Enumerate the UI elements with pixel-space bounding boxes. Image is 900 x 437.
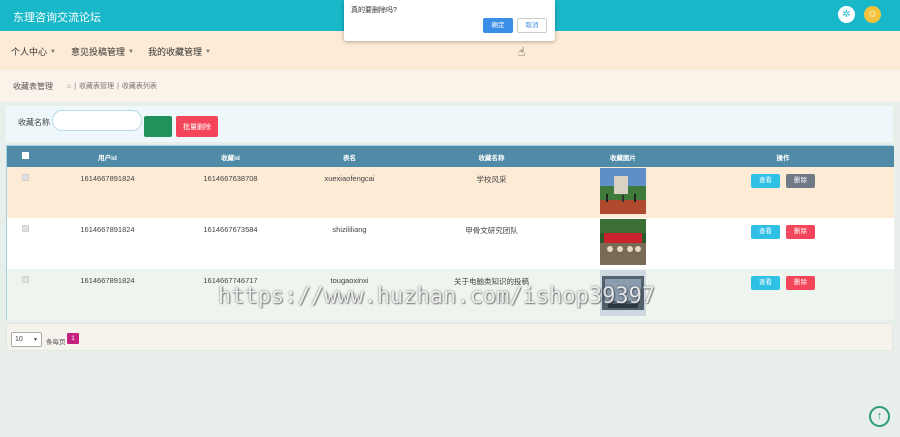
cell-table-name: xuexiaofengcai bbox=[324, 174, 375, 183]
chevron-down-icon: ▼ bbox=[33, 336, 38, 343]
nav-feedback-management[interactable]: 意见投稿管理 ▼ bbox=[71, 45, 134, 58]
column-header[interactable]: 用户id bbox=[44, 146, 171, 167]
table-row: 1614667891824 1614667638708 xuexiaofengc… bbox=[7, 167, 894, 218]
home-icon[interactable]: ⌂ bbox=[67, 83, 71, 90]
chevron-down-icon: ▼ bbox=[205, 48, 211, 55]
search-button[interactable] bbox=[144, 116, 172, 137]
table-header-row: 用户id 收藏id 表名 收藏名称 收藏图片 操作 bbox=[7, 146, 894, 167]
column-header[interactable]: 收藏id bbox=[171, 146, 290, 167]
row-checkbox[interactable] bbox=[22, 225, 29, 232]
table-row: 1614667891824 1614667673584 shizililiang… bbox=[7, 218, 894, 269]
breadcrumb-item[interactable]: 收藏表管理 bbox=[79, 81, 114, 91]
confirm-dialog: 真的要删除吗? 确定 取消 bbox=[344, 0, 555, 41]
page-title: 收藏表管理 bbox=[13, 82, 53, 91]
page-size-select[interactable]: 10 ▼ bbox=[11, 332, 42, 347]
batch-delete-button[interactable]: 批量删除 bbox=[176, 116, 218, 137]
search-panel: 收藏名称 批量删除 bbox=[6, 106, 893, 142]
chevron-down-icon: ▼ bbox=[128, 48, 134, 55]
column-header: 操作 bbox=[776, 154, 790, 162]
delete-button[interactable]: 删除 bbox=[786, 225, 816, 239]
dialog-cancel-button[interactable]: 取消 bbox=[517, 18, 547, 33]
cell-fav-name: 学校风采 bbox=[476, 175, 507, 184]
breadcrumb-item: 收藏表列表 bbox=[121, 83, 157, 90]
delete-button[interactable]: 删除 bbox=[786, 174, 816, 188]
nav-item-label: 个人中心 bbox=[11, 47, 48, 57]
page-number-current[interactable]: 1 bbox=[67, 333, 79, 344]
cell-fav-id: 1614667638708 bbox=[203, 174, 258, 183]
user-avatar-icon[interactable]: ☺ bbox=[864, 6, 881, 23]
delete-button[interactable]: 删除 bbox=[786, 276, 816, 290]
chevron-down-icon: ▼ bbox=[50, 48, 56, 55]
breadcrumb: ⌂ | 收藏表管理 | 收藏表列表 bbox=[67, 81, 157, 91]
cell-table-name: shizililiang bbox=[332, 225, 367, 234]
fav-image-team bbox=[600, 219, 646, 265]
back-to-top-icon[interactable]: ↑ bbox=[869, 406, 890, 427]
breadcrumb-separator: | bbox=[117, 82, 119, 90]
row-checkbox[interactable] bbox=[22, 174, 29, 181]
nav-favorites-management[interactable]: 我的收藏管理 ▼ bbox=[148, 45, 211, 58]
view-button[interactable]: 查看 bbox=[750, 174, 780, 188]
column-header[interactable]: 收藏名称 bbox=[409, 146, 574, 167]
pagination: 10 ▼ 条每页 1 bbox=[6, 323, 893, 351]
nav-item-label: 我的收藏管理 bbox=[148, 47, 203, 57]
breadcrumb-separator: | bbox=[74, 82, 77, 90]
page-size-value: 10 bbox=[15, 336, 23, 343]
select-all-checkbox[interactable] bbox=[22, 152, 29, 159]
cell-fav-id: 1614667673584 bbox=[203, 225, 258, 234]
fav-image-campus bbox=[600, 168, 646, 214]
column-header[interactable]: 表名 bbox=[290, 146, 409, 167]
dialog-ok-button[interactable]: 确定 bbox=[483, 18, 513, 33]
site-title: 东理咨询交流论坛 bbox=[13, 12, 101, 24]
cell-user-id: 1614667891824 bbox=[80, 174, 135, 183]
view-button[interactable]: 查看 bbox=[750, 276, 780, 290]
cell-fav-name: 甲骨文研究团队 bbox=[465, 226, 518, 235]
search-input[interactable] bbox=[52, 110, 142, 131]
per-page-label: 条每页 bbox=[46, 339, 66, 346]
mouse-cursor-icon: ☝ bbox=[518, 45, 526, 59]
view-button[interactable]: 查看 bbox=[750, 225, 780, 239]
search-label: 收藏名称 bbox=[18, 118, 50, 127]
breadcrumb-bar: 收藏表管理 ⌂ | 收藏表管理 | 收藏表列表 bbox=[0, 70, 900, 102]
cell-user-id: 1614667891824 bbox=[80, 225, 135, 234]
watermark-text: https://www.huzhan.com/ishop39397 bbox=[218, 284, 656, 309]
column-header: 收藏图片 bbox=[610, 154, 636, 162]
nav-personal-center[interactable]: 个人中心 ▼ bbox=[11, 45, 56, 58]
row-checkbox[interactable] bbox=[22, 276, 29, 283]
nav-item-label: 意见投稿管理 bbox=[71, 47, 126, 57]
cell-user-id: 1614667891824 bbox=[80, 276, 135, 285]
dialog-message: 真的要删除吗? bbox=[351, 7, 397, 14]
settings-icon[interactable]: ✲ bbox=[838, 6, 855, 23]
